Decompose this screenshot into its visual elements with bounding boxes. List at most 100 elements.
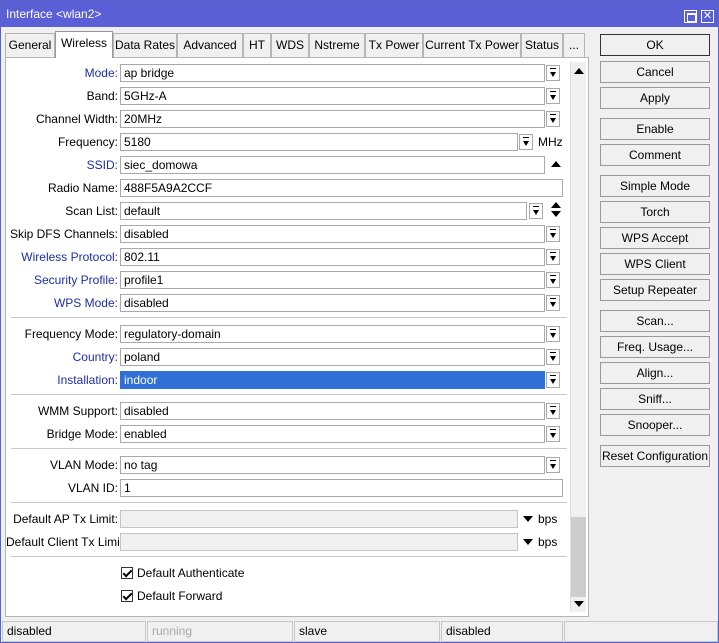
- tab-tx-power[interactable]: Tx Power: [365, 33, 423, 57]
- skip-dfs-select[interactable]: disabled: [120, 225, 545, 243]
- default-ap-tx-limit-unit: bps: [538, 512, 558, 526]
- maximize-icon[interactable]: [684, 10, 697, 23]
- wmm-support-select[interactable]: disabled: [120, 402, 545, 420]
- channel-width-dropdown-icon[interactable]: [546, 111, 560, 127]
- ssid-input[interactable]: siec_domowa: [120, 156, 545, 174]
- frequency-mode-dropdown-icon[interactable]: [546, 326, 560, 342]
- tab-wireless[interactable]: Wireless: [55, 31, 113, 58]
- close-icon[interactable]: ✕: [701, 10, 714, 23]
- bridge-mode-label: Bridge Mode:: [46, 427, 118, 441]
- frequency-dropdown-icon[interactable]: [519, 134, 533, 150]
- installation-select[interactable]: indoor: [120, 371, 545, 389]
- channel-width-select[interactable]: 20MHz: [120, 110, 545, 128]
- skip-dfs-dropdown-icon[interactable]: [546, 226, 560, 242]
- vlan-mode-dropdown-icon[interactable]: [546, 457, 560, 473]
- vlan-mode-label: VLAN Mode:: [49, 458, 118, 472]
- default-client-tx-limit-dropdown-icon[interactable]: [523, 539, 533, 545]
- country-dropdown-icon[interactable]: [546, 349, 560, 365]
- tab-advanced[interactable]: Advanced: [177, 33, 243, 57]
- reset-configuration-button[interactable]: Reset Configuration: [600, 445, 710, 467]
- wps-mode-select[interactable]: disabled: [120, 294, 545, 312]
- tab-wds[interactable]: WDS: [271, 33, 309, 57]
- tab-general[interactable]: General: [5, 33, 55, 57]
- comment-button[interactable]: Comment: [600, 144, 710, 166]
- sniff-button[interactable]: Sniff...: [600, 388, 710, 410]
- bridge-mode-dropdown-icon[interactable]: [546, 426, 560, 442]
- default-ap-tx-limit-input[interactable]: [120, 510, 518, 528]
- security-profile-select[interactable]: profile1: [120, 271, 545, 289]
- default-client-tx-limit-input[interactable]: [120, 533, 518, 551]
- status-empty: [564, 621, 718, 642]
- vertical-scrollbar[interactable]: [570, 62, 586, 612]
- default-ap-tx-limit-dropdown-icon[interactable]: [523, 516, 533, 522]
- scan-list-row: Scan List:: [6, 202, 118, 220]
- tab-data-rates[interactable]: Data Rates: [113, 33, 177, 57]
- scan-button[interactable]: Scan...: [600, 310, 710, 332]
- default-ap-tx-limit-label: Default AP Tx Limit:: [13, 512, 118, 526]
- wireless-protocol-dropdown-icon[interactable]: [546, 249, 560, 265]
- bridge-mode-select[interactable]: enabled: [120, 425, 545, 443]
- mode-select[interactable]: ap bridge: [120, 64, 545, 82]
- simple-mode-button[interactable]: Simple Mode: [600, 175, 710, 197]
- window-title: Interface <wlan2>: [6, 7, 102, 21]
- channel-width-label: Channel Width:: [35, 112, 118, 126]
- tab-nstreme[interactable]: Nstreme: [309, 33, 365, 57]
- mode-dropdown-icon[interactable]: [546, 65, 560, 81]
- divider: [11, 394, 567, 395]
- default-authenticate-checkbox[interactable]: [121, 567, 133, 579]
- tab-more[interactable]: ...: [563, 33, 585, 57]
- status-bar: disabled running slave disabled: [1, 621, 719, 642]
- wps-mode-dropdown-icon[interactable]: [546, 295, 560, 311]
- ssid-collapse-icon[interactable]: [551, 161, 561, 167]
- torch-button[interactable]: Torch: [600, 201, 710, 223]
- frequency-label: Frequency:: [57, 135, 118, 149]
- align-button[interactable]: Align...: [600, 362, 710, 384]
- default-authenticate-label: Default Authenticate: [137, 566, 245, 580]
- country-select[interactable]: poland: [120, 348, 545, 366]
- security-profile-dropdown-icon[interactable]: [546, 272, 560, 288]
- vlan-id-input[interactable]: 1: [120, 479, 563, 497]
- wps-client-button[interactable]: WPS Client: [600, 253, 710, 275]
- wireless-protocol-select[interactable]: 802.11: [120, 248, 545, 266]
- wmm-support-row: WMM Support:: [6, 402, 118, 420]
- frequency-select[interactable]: 5180: [120, 133, 518, 151]
- band-dropdown-icon[interactable]: [546, 88, 560, 104]
- cancel-button[interactable]: Cancel: [600, 61, 710, 83]
- vlan-mode-select[interactable]: no tag: [120, 456, 545, 474]
- enable-button[interactable]: Enable: [600, 118, 710, 140]
- ok-button[interactable]: OK: [600, 34, 710, 56]
- wireless-protocol-row: Wireless Protocol:: [6, 248, 118, 266]
- frequency-mode-select[interactable]: regulatory-domain: [120, 325, 545, 343]
- apply-button[interactable]: Apply: [600, 87, 710, 109]
- installation-dropdown-icon[interactable]: [546, 372, 560, 388]
- default-forward-checkbox[interactable]: [121, 590, 133, 602]
- country-row: Country:: [6, 348, 118, 366]
- scrollbar-thumb[interactable]: [571, 517, 586, 597]
- scan-list-down-icon[interactable]: [551, 211, 561, 217]
- status-running: running: [147, 621, 293, 642]
- default-forward-label: Default Forward: [137, 589, 223, 603]
- radio-name-input[interactable]: 488F5A9A2CCF: [120, 179, 563, 197]
- scroll-down-icon[interactable]: [574, 601, 584, 607]
- scan-list-dropdown-icon[interactable]: [529, 203, 543, 219]
- scroll-up-icon[interactable]: [574, 68, 584, 74]
- wireless-protocol-label: Wireless Protocol:: [21, 250, 118, 264]
- scan-list-select[interactable]: default: [120, 202, 527, 220]
- tab-status[interactable]: Status: [521, 33, 563, 57]
- frequency-row: Frequency:: [6, 133, 118, 151]
- tab-ht[interactable]: HT: [243, 33, 271, 57]
- divider: [11, 556, 567, 557]
- wps-accept-button[interactable]: WPS Accept: [600, 227, 710, 249]
- divider: [11, 502, 567, 503]
- radio-name-label: Radio Name:: [47, 181, 118, 195]
- snooper-button[interactable]: Snooper...: [600, 414, 710, 436]
- bridge-mode-row: Bridge Mode:: [6, 425, 118, 443]
- tab-current-tx-power[interactable]: Current Tx Power: [423, 33, 521, 57]
- scan-list-label: Scan List:: [65, 204, 118, 218]
- setup-repeater-button[interactable]: Setup Repeater: [600, 279, 710, 301]
- divider: [11, 448, 567, 449]
- wmm-support-dropdown-icon[interactable]: [546, 403, 560, 419]
- band-select[interactable]: 5GHz-A: [120, 87, 545, 105]
- scan-list-up-icon[interactable]: [551, 202, 561, 208]
- freq-usage-button[interactable]: Freq. Usage...: [600, 336, 710, 358]
